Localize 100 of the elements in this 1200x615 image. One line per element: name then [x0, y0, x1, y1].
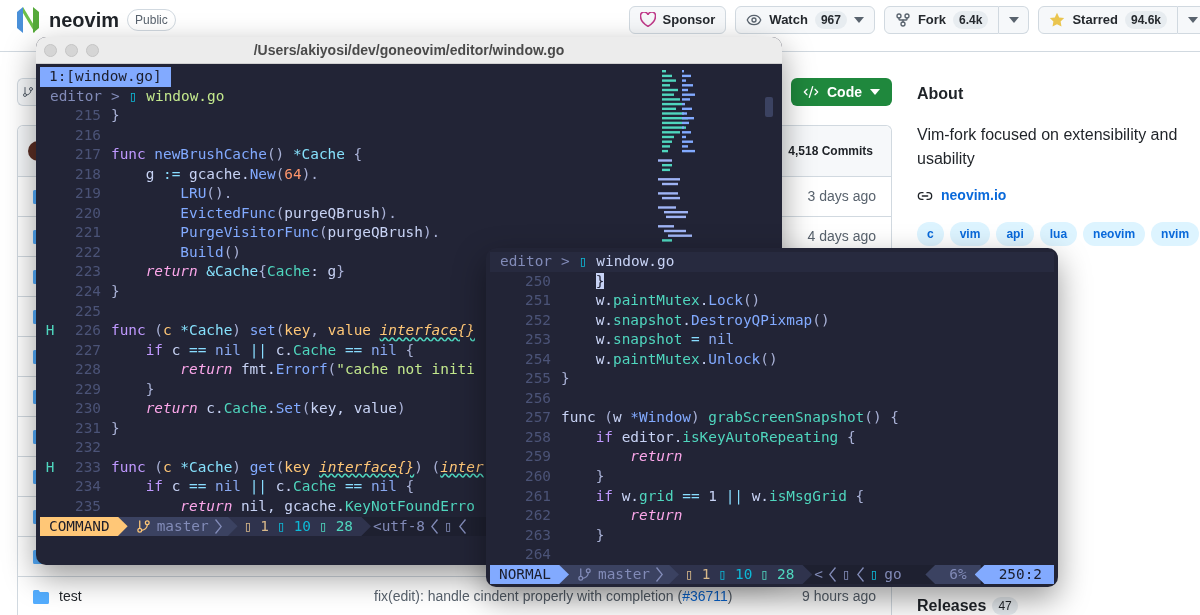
line-number: 222 — [75, 243, 101, 260]
topic-tag[interactable]: nvim — [1151, 222, 1200, 246]
line-number: 255 — [525, 370, 551, 387]
scrollbar-thumb[interactable] — [765, 97, 773, 117]
line-number: 260 — [525, 468, 551, 484]
button-label: Fork — [917, 10, 947, 29]
chevron-icon — [214, 518, 222, 534]
diagnostic-icon: ▯ — [718, 563, 727, 586]
breadcrumb-separator: > — [111, 86, 120, 106]
chevron-icon — [856, 567, 864, 582]
code-line: return fmt.Errorf("cache not initi — [179, 360, 475, 380]
code-line: w.snapshot.DestroyQPixmap() — [594, 310, 830, 330]
count-badge: 47 — [992, 597, 1018, 615]
line-number: 235 — [75, 498, 101, 514]
status-text: <utf-8 — [373, 516, 425, 536]
diagnostic-count: 10 — [735, 564, 753, 584]
code-line: return &Cache{Cache: g} — [144, 262, 345, 282]
star-icon — [1049, 11, 1066, 28]
minimize-button[interactable] — [65, 43, 78, 57]
code-line: if editor.isKeyAutoRepeating { — [594, 427, 856, 447]
breadcrumb-folder[interactable]: editor — [500, 250, 552, 273]
scroll-percent: 6% — [925, 564, 981, 585]
code-line: func newBrushCache() *Cache { — [111, 145, 363, 165]
line-number: 258 — [525, 428, 551, 445]
breadcrumb-folder[interactable]: editor — [50, 85, 102, 108]
line-number: 250 — [525, 272, 551, 289]
fork-button[interactable]: Fork 6.4k — [883, 5, 1000, 34]
line-number: 227 — [75, 341, 101, 358]
commit-message: fix(edit): handle cindent properly with completion (#36711) — [374, 588, 733, 604]
diagnostic-count: 28 — [335, 516, 353, 536]
star-button[interactable]: Starred 94.6k — [1038, 5, 1178, 34]
cursor-position: 250:2 — [974, 564, 1054, 585]
line-number: 253 — [525, 331, 551, 348]
topic-tag[interactable]: neovim — [1083, 222, 1146, 246]
commit-count[interactable]: 4,518 Commits — [788, 142, 881, 160]
file-type: go — [884, 564, 902, 584]
topic-tag[interactable]: api — [996, 222, 1034, 246]
branch-name: master — [156, 516, 209, 536]
sign-marker: H — [45, 322, 55, 339]
commit-date: 3 days ago — [807, 187, 876, 206]
branch-icon — [22, 86, 34, 98]
close-button[interactable] — [44, 43, 57, 57]
code-icon — [803, 84, 819, 100]
line-number: 264 — [525, 546, 551, 563]
topic-tag[interactable]: c — [917, 222, 944, 246]
commit-date: 9 hours ago — [802, 587, 876, 606]
file-name[interactable]: test — [59, 588, 82, 604]
topic-tag[interactable]: vim — [949, 222, 991, 246]
dropdown-button[interactable] — [999, 5, 1030, 34]
file-type-icon: ▯ — [578, 250, 588, 273]
code-line: } — [111, 418, 120, 438]
maximize-button[interactable] — [86, 43, 99, 57]
commit-date: 4 days ago — [807, 227, 876, 246]
code-button[interactable]: Code — [791, 78, 892, 106]
line-number: 221 — [75, 224, 101, 241]
caret-icon — [853, 16, 864, 23]
status-text: ▯ — [842, 564, 851, 584]
count-badge: 94.6k — [1124, 10, 1167, 29]
watch-button[interactable]: Watch 967 — [735, 5, 875, 34]
code-line: w.paintMutex.Unlock() — [594, 349, 778, 369]
repo-name[interactable]: neovim — [49, 4, 120, 35]
fork-icon — [894, 11, 911, 28]
line-number: 259 — [525, 448, 551, 465]
buffer-tab[interactable]: 1:[window.go] — [40, 67, 171, 87]
diagnostic-count: 28 — [777, 564, 795, 584]
releases-heading[interactable]: Releases — [917, 597, 987, 615]
heart-icon — [639, 12, 656, 27]
line-number: 218 — [75, 165, 101, 182]
code-line: } — [594, 467, 605, 486]
about-heading: About — [917, 84, 965, 104]
code-line: return — [629, 506, 683, 526]
logo-icon — [17, 6, 39, 33]
caret-icon — [1187, 16, 1198, 23]
diagnostic-count: 1 — [701, 564, 711, 584]
pr-link[interactable]: #36711 — [682, 588, 728, 604]
topic-tag[interactable]: lua — [1039, 222, 1078, 246]
repo-description: Vim-fork focused on extensibility and usability — [917, 125, 1179, 169]
chevron-icon — [655, 567, 663, 582]
breadcrumb-file[interactable]: window.go — [146, 85, 225, 108]
line-number: 226 — [75, 322, 101, 339]
mode-indicator: COMMAND — [40, 516, 128, 537]
line-number: 230 — [75, 400, 101, 417]
button-label: Watch — [769, 10, 808, 29]
diagnostic-icon: ▯ — [760, 563, 769, 586]
dropdown-button[interactable] — [1178, 5, 1200, 34]
sign-marker: H — [45, 458, 55, 475]
code-line: func (c *Cache) set(key, value interface{} — [111, 321, 475, 341]
branch-button[interactable] — [17, 78, 36, 106]
code-line: func (w *Window) grabScreenSnapshot() { — [561, 408, 899, 428]
line-number: 263 — [525, 526, 551, 543]
sponsor-button[interactable]: Sponsor — [628, 5, 727, 34]
line-number: 252 — [525, 311, 551, 328]
website-link[interactable]: neovim.io — [941, 185, 1007, 206]
line-number: 220 — [75, 204, 101, 221]
diagnostic-count: 1 — [260, 516, 269, 536]
branch-icon — [577, 567, 592, 582]
chevron-icon — [458, 518, 466, 534]
code-line: } — [594, 525, 605, 545]
line-number: 223 — [75, 263, 101, 280]
breadcrumb-file[interactable]: window.go — [596, 250, 675, 273]
